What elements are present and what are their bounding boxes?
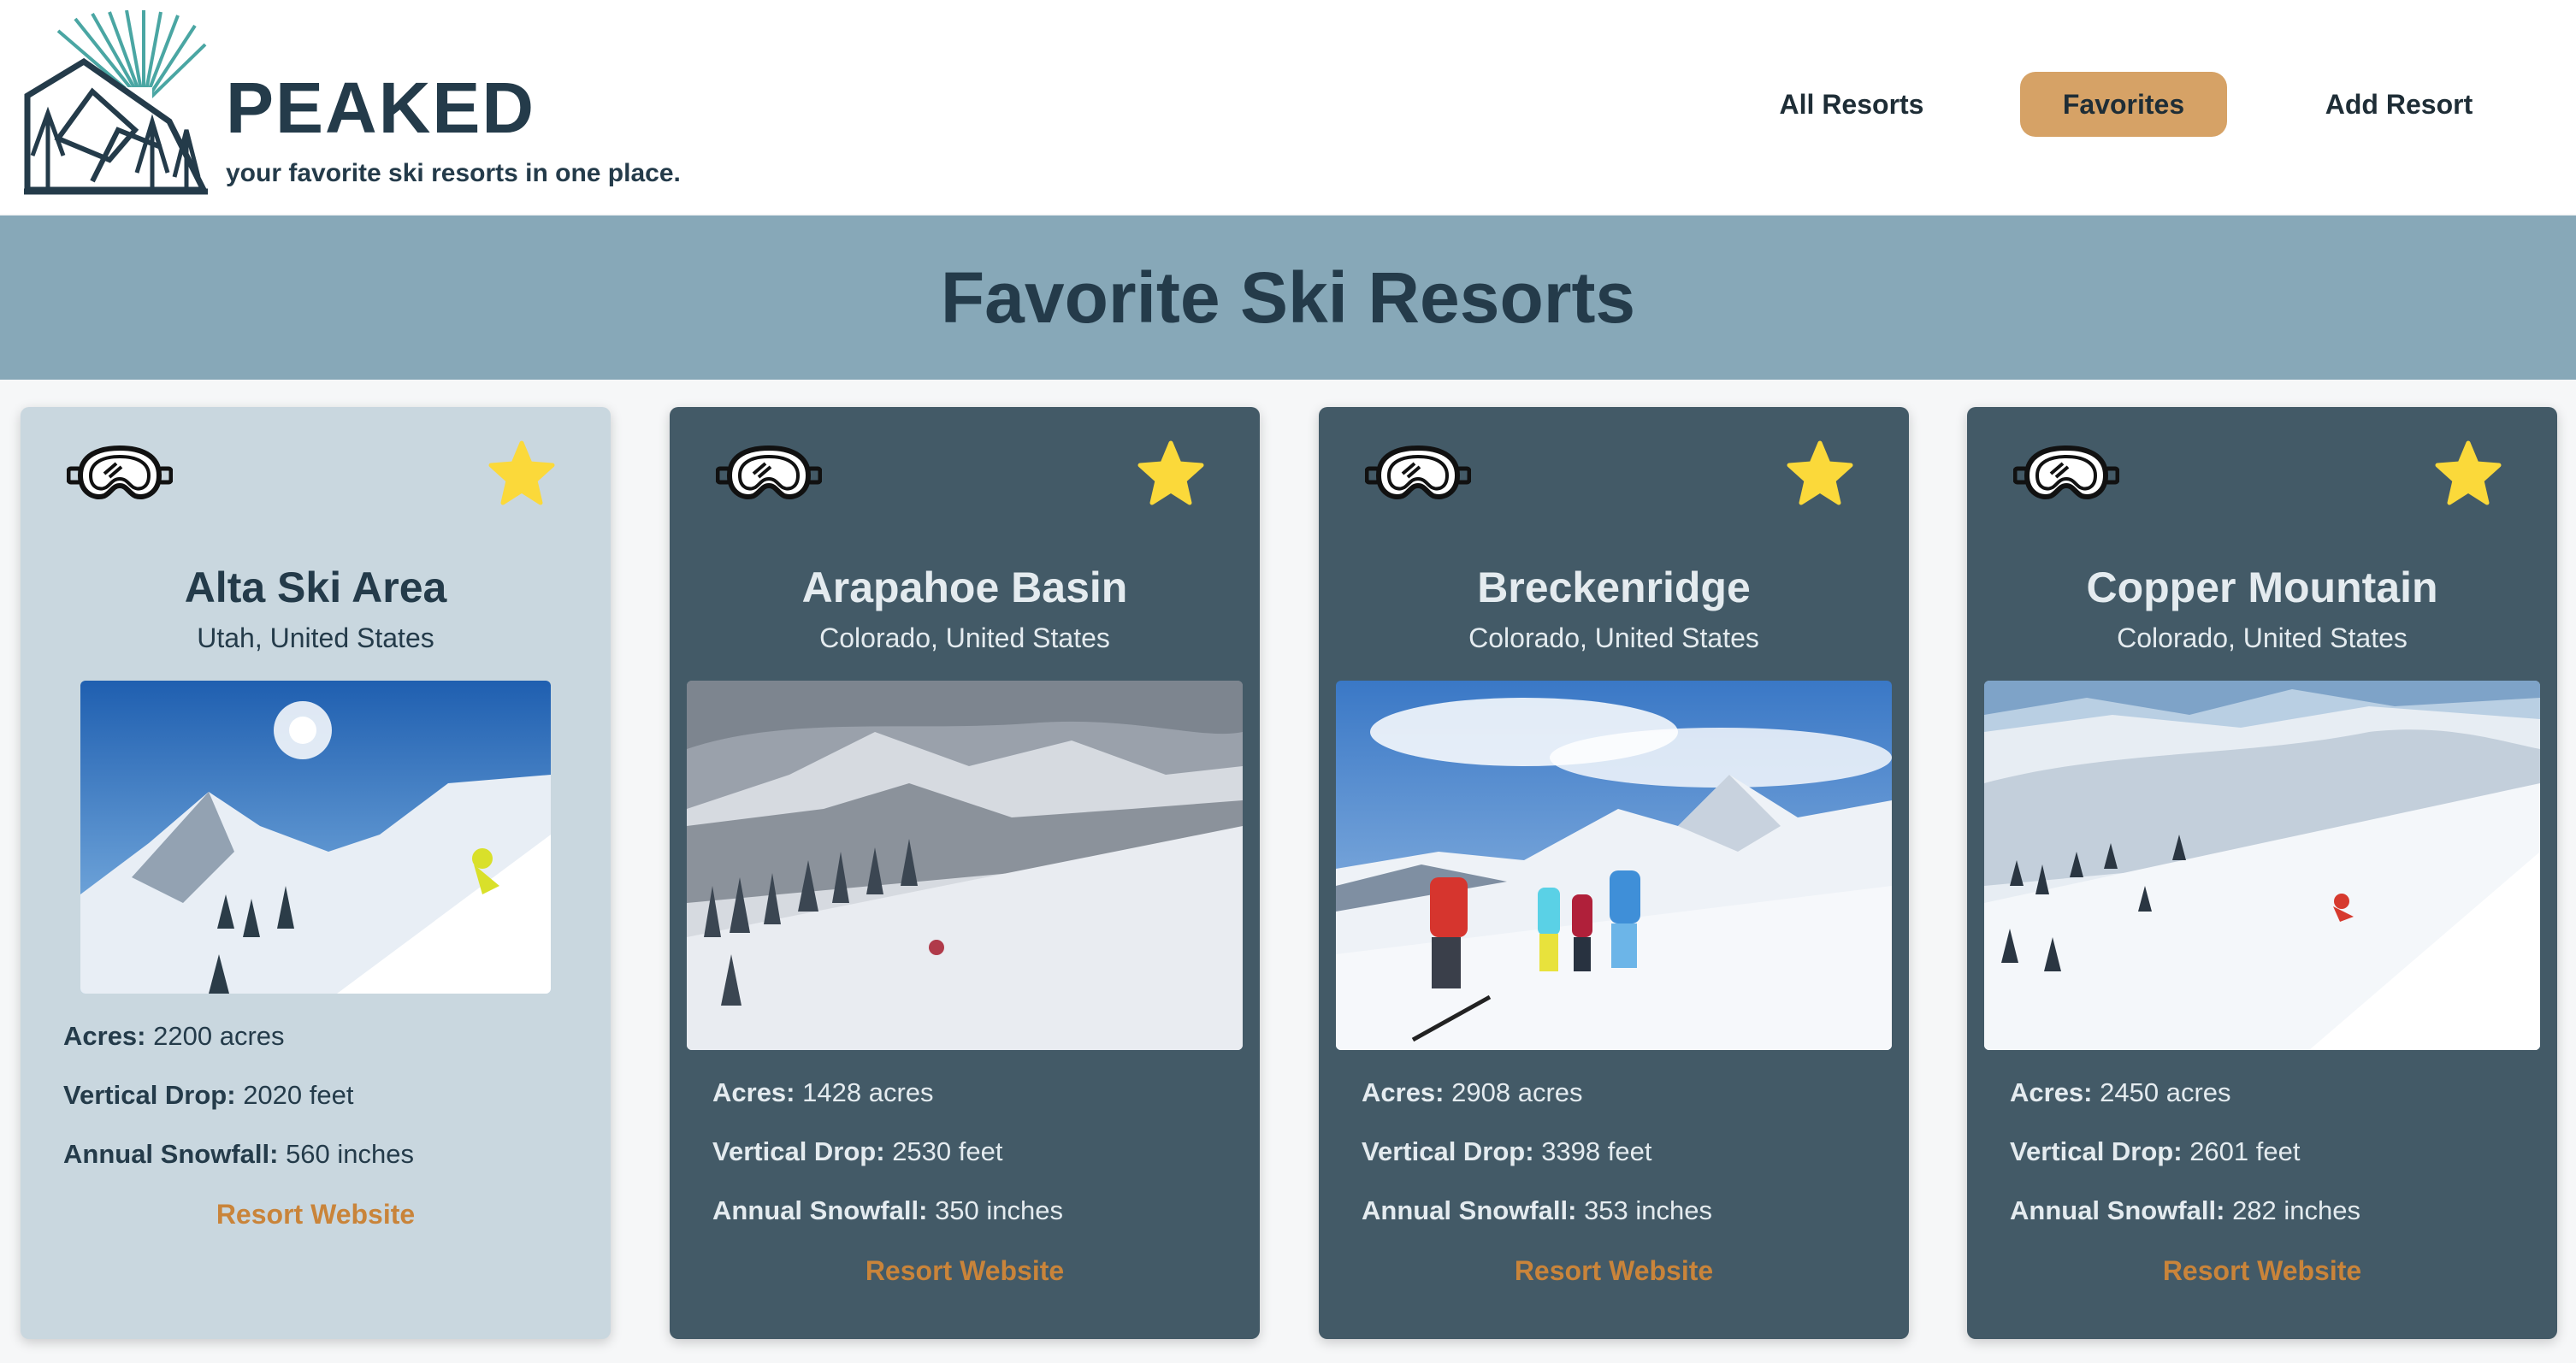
nav-favorites[interactable]: Favorites [2020, 72, 2227, 137]
resort-card: Breckenridge Colorado, United States Acr… [1319, 407, 1909, 1339]
brand-tagline: your favorite ski resorts in one place. [226, 159, 681, 187]
resort-photo [1336, 681, 1892, 1050]
resort-vertical-drop: Vertical Drop: 2601 feet [2010, 1136, 2301, 1166]
site-header: PEAKED your favorite ski resorts in one … [0, 0, 2576, 214]
resort-card: Alta Ski Area Utah, United States Acres:… [21, 407, 611, 1339]
resort-name: Copper Mountain [2086, 563, 2438, 611]
resort-photo [1984, 681, 2540, 1050]
resort-name: Arapahoe Basin [801, 563, 1128, 611]
resort-acres: Acres: 1428 acres [712, 1077, 934, 1107]
resort-annual-snowfall: Annual Snowfall: 353 inches [1362, 1195, 1713, 1225]
page-banner: Favorite Ski Resorts [0, 215, 2576, 380]
star-icon[interactable] [2434, 440, 2502, 508]
resort-photo [687, 681, 1243, 1050]
resort-acres: Acres: 2908 acres [1362, 1077, 1583, 1107]
star-icon[interactable] [487, 440, 556, 508]
resort-card: Copper Mountain Colorado, United States … [1967, 407, 2557, 1339]
logo-mountain-icon [24, 10, 208, 195]
resort-annual-snowfall: Annual Snowfall: 560 inches [63, 1139, 415, 1169]
resort-name: Breckenridge [1477, 563, 1751, 611]
star-icon[interactable] [1786, 440, 1854, 508]
resort-website-link[interactable]: Resort Website [670, 1255, 1260, 1287]
resort-annual-snowfall: Annual Snowfall: 350 inches [712, 1195, 1064, 1225]
goggles-icon [2013, 445, 2119, 499]
resort-acres: Acres: 2200 acres [63, 1021, 285, 1051]
resort-location: Colorado, United States [819, 622, 1110, 653]
goggles-icon [67, 445, 173, 499]
resort-annual-snowfall: Annual Snowfall: 282 inches [2010, 1195, 2361, 1225]
goggles-icon [1365, 445, 1471, 499]
resort-location: Colorado, United States [2117, 622, 2408, 653]
resort-location: Utah, United States [197, 622, 434, 653]
resort-website-link[interactable]: Resort Website [1967, 1255, 2557, 1287]
nav-add-resort[interactable]: Add Resort [2309, 72, 2489, 137]
resort-website-link[interactable]: Resort Website [1319, 1255, 1909, 1287]
resort-vertical-drop: Vertical Drop: 2530 feet [712, 1136, 1003, 1166]
resort-photo [80, 681, 551, 994]
star-icon[interactable] [1137, 440, 1205, 508]
resort-name: Alta Ski Area [184, 563, 447, 611]
nav-all-resorts[interactable]: All Resorts [1762, 72, 1941, 137]
resort-location: Colorado, United States [1468, 622, 1759, 653]
brand-name: PEAKED [226, 68, 536, 148]
resort-vertical-drop: Vertical Drop: 3398 feet [1362, 1136, 1652, 1166]
resort-card: Arapahoe Basin Colorado, United States A… [670, 407, 1260, 1339]
goggles-icon [716, 445, 822, 499]
page-title: Favorite Ski Resorts [940, 257, 1636, 338]
resort-acres: Acres: 2450 acres [2010, 1077, 2231, 1107]
resort-website-link[interactable]: Resort Website [21, 1199, 611, 1230]
resort-vertical-drop: Vertical Drop: 2020 feet [63, 1080, 354, 1110]
